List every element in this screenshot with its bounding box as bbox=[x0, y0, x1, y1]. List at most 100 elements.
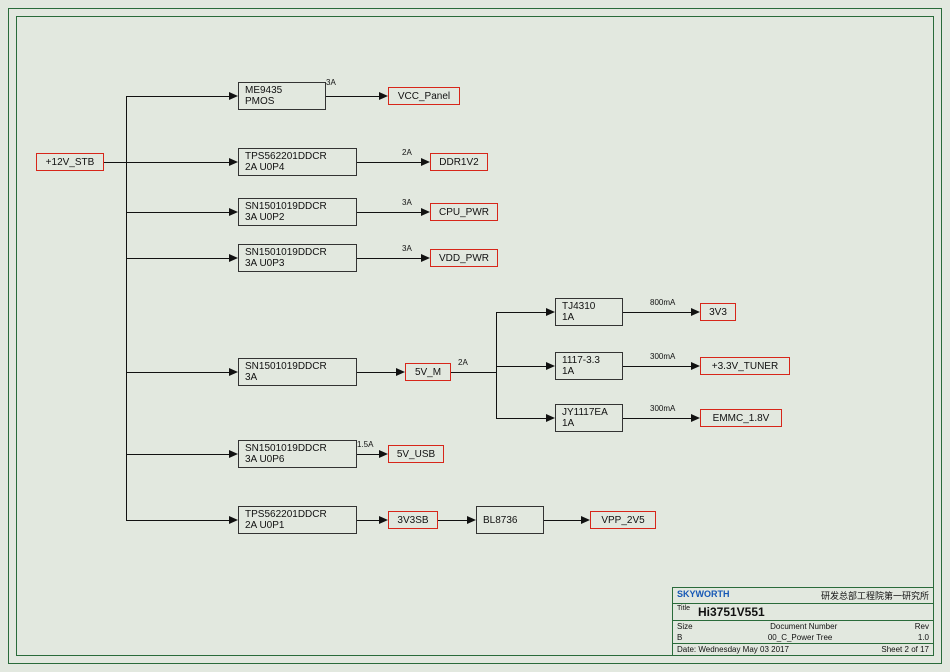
l-tps04-amp: 2A bbox=[402, 148, 412, 157]
w-tj-out bbox=[623, 312, 691, 313]
tb-docnum: 00_C_Power Tree bbox=[682, 633, 918, 642]
a-sn06 bbox=[229, 450, 238, 458]
l-me9435-amp: 3A bbox=[326, 78, 336, 87]
w-tps01-h bbox=[126, 520, 229, 521]
block-jy1117: JY1117EA 1A bbox=[555, 404, 623, 432]
w-sn02-h bbox=[126, 212, 229, 213]
block-me9435: ME9435 PMOS bbox=[238, 82, 326, 110]
w-3v3sb-out bbox=[438, 520, 467, 521]
tb-date-label: Date: bbox=[677, 645, 696, 654]
tb-sheet-of: of bbox=[911, 645, 918, 654]
1117-l1: 1117-3.3 bbox=[562, 355, 622, 366]
tj4310-l1: TJ4310 bbox=[562, 301, 622, 312]
w-sn03-out bbox=[357, 258, 421, 259]
w-5vm-b2 bbox=[496, 366, 546, 367]
w-5vm-bus-v bbox=[496, 312, 497, 418]
w-5vm-b1 bbox=[496, 312, 546, 313]
tb-org: 研发总部工程院第一研究所 bbox=[821, 589, 929, 602]
w-sn06-out bbox=[357, 454, 379, 455]
w-jy-out bbox=[623, 418, 691, 419]
tb-rev: 1.0 bbox=[918, 633, 929, 642]
w-sn3a-h bbox=[126, 372, 229, 373]
w-tps01-out bbox=[357, 520, 379, 521]
sn3a-l2: 3A bbox=[245, 372, 356, 383]
tps04-l2: 2A U0P4 bbox=[245, 162, 356, 173]
l-sn3a-amp: 2A bbox=[458, 358, 468, 367]
wire-bus-v bbox=[126, 96, 127, 520]
block-1117: 1117-3.3 1A bbox=[555, 352, 623, 380]
tj4310-l2: 1A bbox=[562, 312, 622, 323]
w-5vm-b3 bbox=[496, 418, 546, 419]
bl8736-l1: BL8736 bbox=[483, 515, 543, 526]
a-sn3a bbox=[229, 368, 238, 376]
out-emmc18: EMMC_1.8V bbox=[700, 409, 782, 427]
tb-title-label: Title bbox=[677, 605, 690, 619]
a-sn03 bbox=[229, 254, 238, 262]
tps01-l2: 2A U0P1 bbox=[245, 520, 356, 531]
l-sn06-amp: 1.5A bbox=[357, 440, 373, 449]
a-sn03-out bbox=[421, 254, 430, 262]
title-block: SKYWORTH 研发总部工程院第一研究所 Title Hi3751V551 S… bbox=[672, 587, 934, 656]
sn02-l1: SN1501019DDCR bbox=[245, 201, 356, 212]
tps04-l1: TPS562201DDCR bbox=[245, 151, 356, 162]
jy1117-l1: JY1117EA bbox=[562, 407, 622, 418]
sn06-l2: 3A U0P6 bbox=[245, 454, 356, 465]
w-tps04-out bbox=[357, 162, 421, 163]
w-sn06-h bbox=[126, 454, 229, 455]
me9435-l2: PMOS bbox=[245, 96, 325, 107]
tps01-l1: TPS562201DDCR bbox=[245, 509, 356, 520]
out-33tuner: +3.3V_TUNER bbox=[700, 357, 790, 375]
sn03-l1: SN1501019DDCR bbox=[245, 247, 356, 258]
out-cpu-pwr: CPU_PWR bbox=[430, 203, 498, 221]
w-bl-out bbox=[544, 520, 581, 521]
tb-sheet-cur: 2 bbox=[905, 645, 909, 654]
w-sn02-out bbox=[357, 212, 421, 213]
a-bl-out bbox=[581, 516, 590, 524]
sn06-l1: SN1501019DDCR bbox=[245, 443, 356, 454]
a-3v3sb-out bbox=[467, 516, 476, 524]
l-sn02-amp: 3A bbox=[402, 198, 412, 207]
block-sn3a: SN1501019DDCR 3A bbox=[238, 358, 357, 386]
a-jy-out bbox=[691, 414, 700, 422]
a-me9435-out bbox=[379, 92, 388, 100]
w-me9435-out bbox=[326, 96, 379, 97]
l-jy-amp: 300mA bbox=[650, 404, 675, 413]
tb-size-label: Size bbox=[677, 622, 693, 631]
sn03-l2: 3A U0P3 bbox=[245, 258, 356, 269]
a-1117-out bbox=[691, 362, 700, 370]
tb-logo: SKYWORTH bbox=[677, 589, 730, 602]
out-5vusb: 5V_USB bbox=[388, 445, 444, 463]
out-3v3sb: 3V3SB bbox=[388, 511, 438, 529]
a-sn02-out bbox=[421, 208, 430, 216]
a-5vm-b3 bbox=[546, 414, 555, 422]
a-5vm-b2 bbox=[546, 362, 555, 370]
tb-title: Hi3751V551 bbox=[690, 605, 929, 619]
w-1117-out bbox=[623, 366, 691, 367]
a-tps01 bbox=[229, 516, 238, 524]
sn02-l2: 3A U0P2 bbox=[245, 212, 356, 223]
w-5vm-out bbox=[451, 372, 496, 373]
out-ddr1v2: DDR1V2 bbox=[430, 153, 488, 171]
a-sn02 bbox=[229, 208, 238, 216]
wire-stb-out bbox=[104, 162, 126, 163]
w-tps04-h bbox=[126, 162, 229, 163]
out-3v3: 3V3 bbox=[700, 303, 736, 321]
source-12v-stb: +12V_STB bbox=[36, 153, 104, 171]
l-sn03-amp: 3A bbox=[402, 244, 412, 253]
block-tps01: TPS562201DDCR 2A U0P1 bbox=[238, 506, 357, 534]
1117-l2: 1A bbox=[562, 366, 622, 377]
a-tps04 bbox=[229, 158, 238, 166]
a-me9435 bbox=[229, 92, 238, 100]
out-vpp2v5: VPP_2V5 bbox=[590, 511, 656, 529]
block-sn02: SN1501019DDCR 3A U0P2 bbox=[238, 198, 357, 226]
block-sn06: SN1501019DDCR 3A U0P6 bbox=[238, 440, 357, 468]
tb-date: Wednesday May 03 2017 bbox=[698, 645, 789, 654]
me9435-l1: ME9435 bbox=[245, 85, 325, 96]
tb-docnum-label: Document Number bbox=[770, 622, 837, 631]
l-tj-amp: 800mA bbox=[650, 298, 675, 307]
w-me9435-h bbox=[126, 96, 229, 97]
block-tps04: TPS562201DDCR 2A U0P4 bbox=[238, 148, 357, 176]
l-1117-amp: 300mA bbox=[650, 352, 675, 361]
block-tj4310: TJ4310 1A bbox=[555, 298, 623, 326]
tb-sheet-label: Sheet bbox=[881, 645, 902, 654]
